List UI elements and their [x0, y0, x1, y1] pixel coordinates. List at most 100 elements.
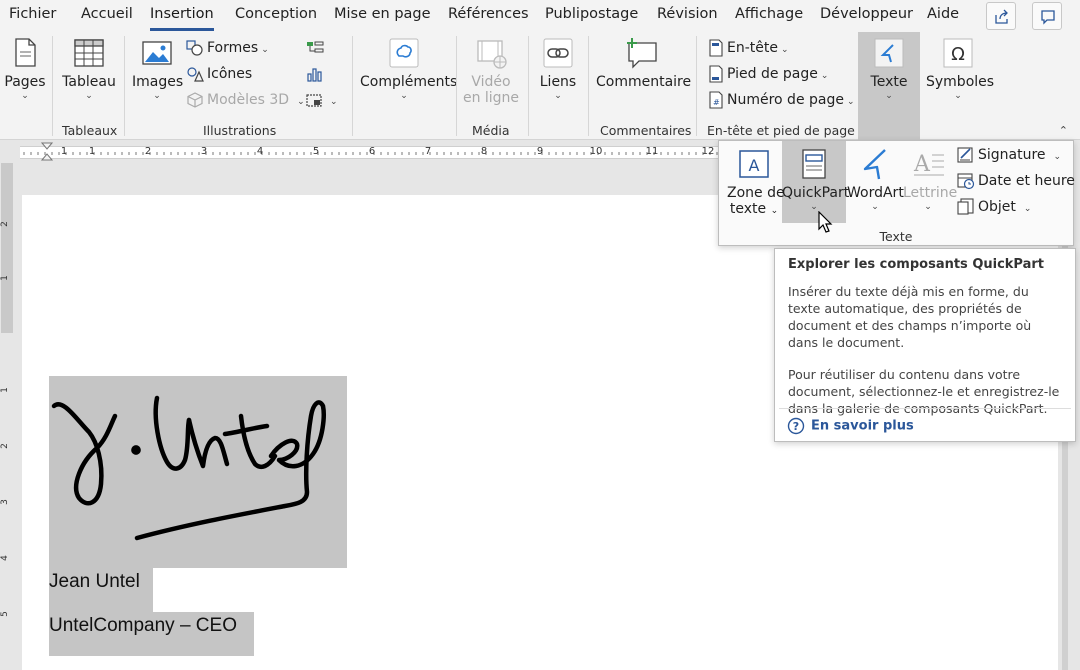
- divider: [588, 36, 589, 136]
- handwritten-signature: [51, 395, 326, 541]
- divider: [456, 36, 457, 136]
- menu-developpeur[interactable]: Développeur: [820, 6, 913, 22]
- table-icon: [74, 39, 104, 67]
- icons-icon: [187, 67, 204, 82]
- menu-references[interactable]: Références: [448, 6, 529, 22]
- ruler-number: 12: [701, 146, 715, 157]
- shapes-button[interactable]: Formes ⌄: [186, 37, 269, 59]
- group-label-illustrations: Illustrations: [203, 123, 277, 138]
- signatory-name[interactable]: Jean Untel: [49, 568, 153, 612]
- signatory-company[interactable]: UntelCompany – CEO: [49, 612, 254, 656]
- header-button[interactable]: En-tête ⌄: [708, 37, 789, 59]
- menu-publipostage[interactable]: Publipostage: [545, 6, 638, 22]
- addins-button[interactable]: Compléments ⌄: [360, 36, 457, 101]
- chevron-down-icon: ⌄: [871, 202, 879, 212]
- menu-fichier[interactable]: Fichier: [9, 6, 56, 22]
- ruler-number: 2: [0, 221, 10, 227]
- wordart-icon: [863, 149, 886, 180]
- footer-icon: [709, 65, 723, 83]
- group-label-tableaux: Tableaux: [62, 123, 118, 138]
- chevron-down-icon: ⌄: [554, 91, 562, 101]
- ruler-number: 4: [256, 146, 264, 157]
- page-number-button[interactable]: # Numéro de page ⌄: [708, 89, 855, 111]
- group-label-texte: Texte: [879, 229, 913, 244]
- models-3d-button[interactable]: Modèles 3D ⌄: [186, 89, 305, 111]
- new-comment-icon: [627, 38, 657, 69]
- ruler-number: 3: [0, 499, 10, 505]
- indent-marker-icon[interactable]: [41, 142, 53, 164]
- textbox-button[interactable]: A Zone de texte ⌄: [727, 147, 785, 217]
- ruler-number: 4: [0, 555, 10, 561]
- page-number-icon: #: [709, 91, 723, 109]
- chevron-down-icon: ⌄: [21, 91, 29, 101]
- symbols-button[interactable]: Ω Symboles ⌄: [926, 36, 994, 101]
- group-label-commentaires: Commentaires: [600, 123, 692, 138]
- date-time-button[interactable]: Date et heure: [957, 170, 1075, 192]
- screenshot-button[interactable]: ⌄: [306, 89, 338, 111]
- header-icon: [709, 39, 723, 57]
- collapse-ribbon-icon[interactable]: ⌃: [1059, 124, 1068, 137]
- links-button[interactable]: Liens ⌄: [536, 36, 580, 101]
- group-label-media: Média: [472, 123, 510, 138]
- svg-text:?: ?: [793, 420, 799, 433]
- menu-revision[interactable]: Révision: [657, 6, 718, 22]
- menu-accueil[interactable]: Accueil: [81, 6, 133, 22]
- signature-line-button[interactable]: Signature ⌄: [957, 144, 1061, 166]
- chart-button[interactable]: [306, 63, 327, 85]
- divider: [124, 36, 125, 136]
- comments-top-button[interactable]: [1032, 2, 1062, 30]
- smartart-icon: [307, 41, 324, 53]
- mouse-cursor-icon: [818, 211, 833, 233]
- text-button[interactable]: Texte ⌄: [858, 32, 920, 140]
- video-icon: [477, 40, 507, 69]
- ruler-number: 5: [312, 146, 320, 157]
- smartart-button[interactable]: [306, 37, 327, 59]
- ruler-number: 1: [88, 146, 96, 157]
- calendar-clock-icon: [957, 173, 975, 190]
- new-comment-button[interactable]: Commentaire: [596, 36, 691, 90]
- footer-button[interactable]: Pied de page ⌄: [708, 63, 828, 85]
- ruler-number: 2: [0, 443, 10, 449]
- images-button[interactable]: Images ⌄: [132, 36, 183, 101]
- wordart-button[interactable]: WordArt ⌄: [847, 147, 904, 212]
- menu-aide[interactable]: Aide: [927, 6, 959, 22]
- ruler-number: 1: [0, 275, 10, 281]
- divider: [52, 36, 53, 136]
- group-label-entete: En-tête et pied de page: [707, 123, 855, 138]
- textbox-icon: A: [739, 150, 769, 178]
- screenshot-icon: [306, 94, 322, 107]
- signature-image[interactable]: [49, 376, 347, 568]
- object-button[interactable]: Objet ⌄: [957, 196, 1031, 218]
- pages-button[interactable]: Pages ⌄: [4, 36, 46, 101]
- menu-affichage[interactable]: Affichage: [735, 6, 803, 22]
- chart-icon: [307, 68, 322, 82]
- ruler-number: 5: [0, 611, 10, 617]
- ruler-number: 3: [200, 146, 208, 157]
- text-dropdown-panel: A Zone de texte ⌄ QuickPart ⌄ WordArt ⌄ …: [718, 140, 1075, 246]
- icons-button[interactable]: Icônes: [186, 63, 252, 85]
- vertical-ruler: 2 1 1 2 3 4 5: [0, 163, 14, 670]
- learn-more-link[interactable]: ? En savoir plus: [787, 417, 914, 435]
- menu-mise-en-page[interactable]: Mise en page: [334, 6, 431, 22]
- chevron-down-icon: ⌄: [924, 202, 932, 212]
- dropcap-button[interactable]: A Lettrine ⌄: [903, 147, 957, 212]
- online-video-button[interactable]: Vidéo en ligne: [462, 36, 520, 106]
- quickpart-button[interactable]: QuickPart ⌄: [782, 147, 849, 212]
- ruler-number: 7: [424, 146, 432, 157]
- link-icon: [543, 38, 573, 68]
- share-button[interactable]: [986, 2, 1016, 30]
- menu-conception[interactable]: Conception: [235, 6, 317, 22]
- quickpart-icon: [802, 149, 826, 179]
- menu-insertion[interactable]: Insertion: [150, 6, 214, 31]
- omega-icon: Ω: [943, 38, 973, 68]
- chevron-down-icon: ⌄: [400, 91, 408, 101]
- help-icon: ?: [787, 417, 805, 435]
- ruler-number: 8: [480, 146, 488, 157]
- divider: [352, 36, 353, 136]
- shapes-icon: [186, 40, 203, 56]
- ruler-number: 11: [645, 146, 659, 157]
- menu-bar: Fichier Accueil Insertion Conception Mis…: [0, 0, 1080, 32]
- quickpart-tooltip: Explorer les composants QuickPart Insére…: [774, 248, 1076, 442]
- chevron-down-icon: ⌄: [153, 91, 161, 101]
- table-button[interactable]: Tableau ⌄: [62, 36, 116, 101]
